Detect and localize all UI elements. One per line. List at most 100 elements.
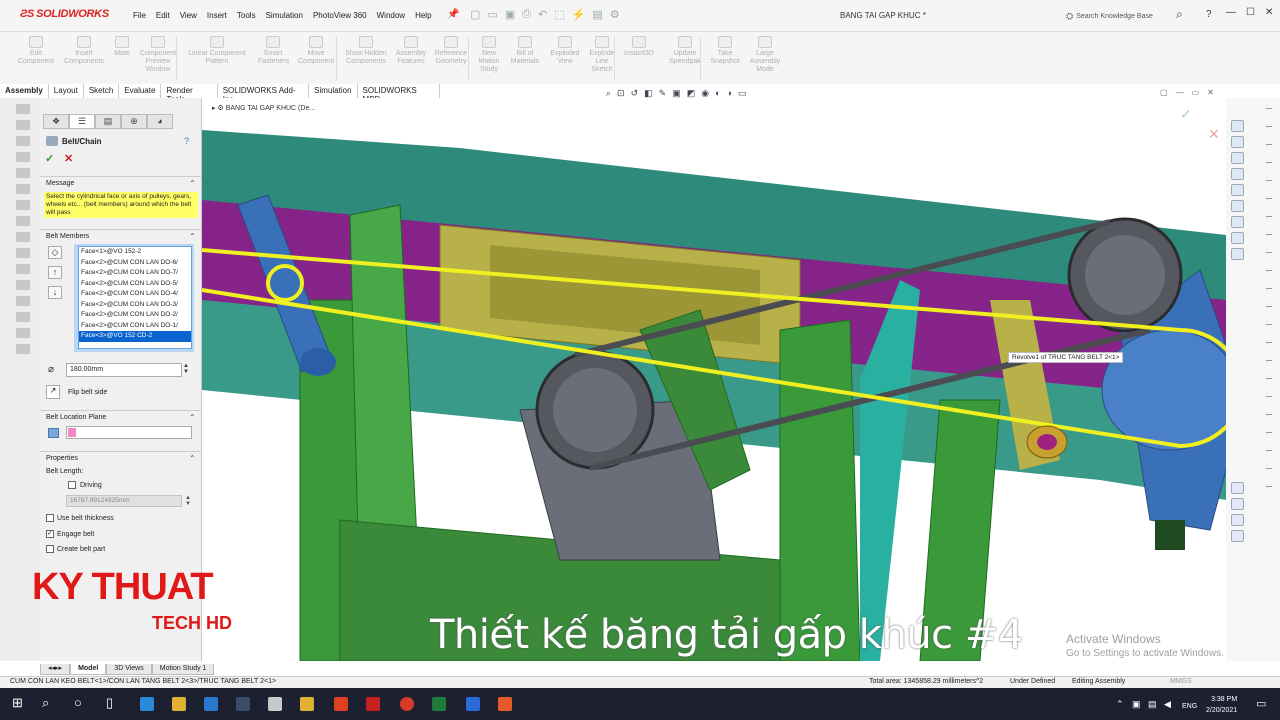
menu-help[interactable]: Help (410, 11, 436, 20)
new-document-icon[interactable]: ▢ (470, 8, 480, 21)
tool-icon[interactable] (16, 184, 30, 194)
menu-simulation[interactable]: Simulation (261, 11, 308, 20)
tab-evaluate[interactable]: Evaluate (119, 84, 162, 98)
hide-show-icon[interactable]: ◉ (701, 88, 709, 99)
tool-icon[interactable] (16, 280, 30, 290)
apply-scene-icon[interactable]: ◑ (727, 88, 732, 99)
office-icon[interactable] (334, 697, 348, 711)
tab-layout[interactable]: Layout (49, 84, 84, 98)
large-assembly-button[interactable]: Large Assembly Mode (748, 36, 782, 74)
folder-icon[interactable] (300, 697, 314, 711)
tool-icon[interactable] (16, 120, 30, 130)
dimxpert-tab-icon[interactable]: ⊕ (121, 114, 147, 129)
edit-appearance-icon[interactable]: ◐ (715, 88, 720, 99)
pin-menu-icon[interactable]: 📌 (447, 9, 459, 20)
tab-addins[interactable]: SOLIDWORKS Add-Ins (218, 84, 310, 104)
tab-scroll-arrows-icon[interactable]: ◂◂▸▸ (40, 664, 71, 675)
windows-start-icon[interactable]: ⊞ (12, 695, 23, 711)
assembly-model[interactable] (202, 98, 1226, 661)
tray-chevron-icon[interactable]: ⌃ (1116, 699, 1124, 710)
maximize-button[interactable]: ☐ (1246, 7, 1255, 18)
list-item[interactable]: Face<2>@CUM CON LAN DO-2/ (79, 310, 191, 321)
help-button[interactable]: ? (1206, 9, 1212, 20)
list-item[interactable]: Face<2>@CUM CON LAN DO-3/ (79, 300, 191, 311)
close-button[interactable]: ✕ (1265, 7, 1273, 18)
property-manager-tab-icon[interactable]: ☰ (69, 114, 95, 129)
tool-icon[interactable] (16, 216, 30, 226)
list-item[interactable]: Face<2>@CUM CON LAN DO-4/ (79, 289, 191, 300)
clock[interactable]: 3:38 PM 2/20/2021 (1206, 694, 1237, 716)
tool-icon[interactable] (16, 344, 30, 354)
solidworks-taskbar-icon[interactable] (366, 697, 380, 711)
driving-checkbox[interactable] (68, 481, 76, 489)
edge-icon[interactable] (140, 697, 154, 711)
tool-icon[interactable] (16, 312, 30, 322)
collapse-icon[interactable]: ⌃ (189, 454, 196, 463)
menu-view[interactable]: View (175, 11, 202, 20)
belt-members-list[interactable]: Face<1>@VO 152-2 Face<2>@CUM CON LAN DO-… (76, 244, 194, 351)
dynamic-annotation-icon[interactable]: ✎ (659, 88, 667, 99)
volume-icon[interactable]: ◀ (1164, 699, 1171, 710)
fasteners-button[interactable]: Smart Fasteners (258, 36, 289, 66)
tab-render-tools[interactable]: Render Tools (161, 84, 218, 104)
tool-icon[interactable] (16, 136, 30, 146)
collapse-icon[interactable]: ⌃ (189, 413, 196, 422)
tray-app-icon[interactable]: ▣ (1132, 699, 1141, 710)
tool-icon[interactable] (16, 264, 30, 274)
chrome-icon[interactable] (400, 697, 414, 711)
home-icon[interactable] (1231, 120, 1244, 132)
configuration-tab-icon[interactable]: ▤ (95, 114, 121, 129)
view-settings-icon[interactable]: ▭ (738, 88, 747, 99)
search-icon[interactable]: ⌕ (1176, 7, 1183, 22)
section-view-icon[interactable]: ◧ (644, 88, 653, 99)
message-header[interactable]: Message (46, 180, 74, 187)
file-explorer-icon[interactable] (1231, 168, 1244, 180)
task-view-icon[interactable]: ▯ (106, 695, 113, 711)
feature-tree-breadcrumb[interactable]: ▸ ⚙ BANG TAI GAP KHUC (De... (212, 104, 315, 112)
appearances-icon[interactable] (1231, 200, 1244, 212)
mate-button[interactable]: Mate (112, 36, 132, 58)
collapse-icon[interactable]: ⌃ (189, 232, 196, 241)
ok-button[interactable]: ✓ (45, 152, 54, 165)
tool-icon[interactable] (16, 232, 30, 242)
properties-header[interactable]: Properties (46, 455, 78, 462)
input-language[interactable]: ENG (1182, 703, 1197, 710)
zoom-to-fit-icon[interactable]: ⌕ (606, 88, 611, 99)
excel-icon[interactable] (432, 697, 446, 711)
tab-3d-views[interactable]: 3D Views (106, 664, 152, 675)
display-style-icon[interactable]: ◩ (687, 88, 696, 99)
help-icon[interactable]: ? (184, 136, 189, 146)
minimize-button[interactable]: — (1226, 7, 1236, 18)
menu-tools[interactable]: Tools (232, 11, 261, 20)
belt-length-spinner[interactable]: ▲ ▼ (185, 495, 191, 507)
belt-plane-field[interactable] (66, 426, 192, 439)
photos-icon[interactable] (466, 697, 480, 711)
rebuild-icon[interactable]: ⚡ (572, 8, 586, 21)
view-orientation-icon[interactable]: ▣ (672, 88, 681, 99)
create-belt-part-checkbox[interactable] (46, 545, 54, 553)
show-hidden-button[interactable]: Show Hidden Components (344, 36, 388, 66)
search-icon[interactable]: ⌕ (42, 695, 49, 711)
tool-icon[interactable] (16, 200, 30, 210)
collaboration-icon[interactable] (1231, 248, 1244, 260)
list-item-selected[interactable]: Face<3>@VO 152 CD-2 (79, 331, 191, 342)
custom-properties-icon[interactable] (1231, 216, 1244, 228)
mail-icon[interactable] (204, 697, 218, 711)
snapshot-button[interactable]: Take Snapshot (708, 36, 742, 66)
options-icon[interactable] (1231, 498, 1244, 510)
collapse-icon[interactable]: ⌃ (189, 179, 196, 188)
preview-window-button[interactable]: Component Preview Window (136, 36, 180, 74)
tool-icon[interactable] (16, 152, 30, 162)
engage-belt-checkbox[interactable]: ✓ (46, 530, 54, 538)
move-down-icon[interactable]: ↓ (48, 286, 62, 299)
speedpak-button[interactable]: Update Speedpak (668, 36, 702, 66)
bom-button[interactable]: Bill of Materials (510, 36, 540, 66)
tool-icon[interactable] (16, 328, 30, 338)
location-plane-header[interactable]: Belt Location Plane (46, 414, 106, 421)
confirm-corner-cancel-icon[interactable]: ✕ (1208, 126, 1220, 143)
motion-study-button[interactable]: New Motion Study (476, 36, 502, 74)
network-icon[interactable]: ▤ (1148, 699, 1157, 710)
rebuild-icon[interactable] (1231, 514, 1244, 526)
zoom-area-icon[interactable]: ⊡ (617, 88, 625, 99)
solidworks-forum-icon[interactable] (1231, 232, 1244, 244)
